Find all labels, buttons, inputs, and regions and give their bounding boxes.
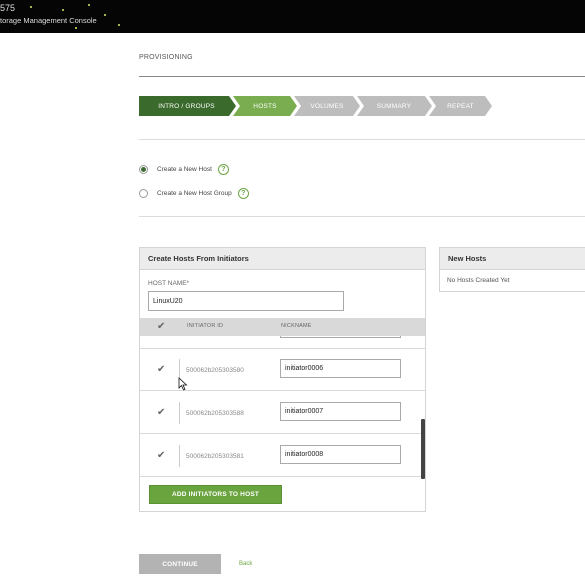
top-banner: 575 torage Management Console (0, 0, 585, 33)
back-link[interactable]: Back (239, 561, 252, 567)
wizard-step-summary[interactable]: SUMMARY (360, 96, 428, 116)
host-name-input[interactable]: LinuxU20 (148, 291, 344, 311)
new-hosts-panel-title: New Hosts (440, 248, 585, 270)
wizard-step-hosts[interactable]: HOSTS (236, 96, 294, 116)
sparkle-decoration (75, 27, 77, 29)
nickname-input[interactable]: initiator0006 (280, 359, 401, 378)
wizard-step-label: REPEAT (447, 102, 474, 110)
sparkle-decoration (30, 6, 32, 8)
row-checkbox[interactable]: ✔ (157, 408, 168, 418)
table-scrollbar[interactable] (421, 419, 425, 479)
add-initiators-to-host-button[interactable]: ADD INITIATORS TO HOST (149, 485, 282, 504)
wizard-step-repeat[interactable]: REPEAT (432, 96, 489, 116)
select-all-checkbox[interactable]: ✔ (157, 322, 168, 332)
sparkle-decoration (118, 24, 120, 26)
continue-button[interactable]: CONTINUE (139, 554, 221, 574)
new-hosts-panel: New Hosts No Hosts Created Yet (439, 247, 585, 292)
initiator-id: 500062b205303588 (186, 410, 244, 417)
nickname-input[interactable]: initiator0007 (280, 402, 401, 421)
mouse-cursor-icon (178, 377, 188, 391)
no-hosts-message: No Hosts Created Yet (447, 277, 510, 284)
model-number: 575 (0, 3, 16, 13)
options-divider (139, 216, 585, 217)
option-create-host-group[interactable]: Create a New Host Group ? (139, 187, 249, 199)
wizard-step-label: INTRO / GROUPS (158, 102, 215, 110)
create-hosts-panel-title: Create Hosts From Initiators (140, 248, 425, 270)
product-name: torage Management Console (0, 16, 97, 25)
create-host-group-label: Create a New Host Group (157, 189, 232, 197)
initiator-id: 500062b205303580 (186, 367, 244, 374)
sparkle-decoration (62, 9, 64, 11)
page-title: PROVISIONING (139, 54, 193, 61)
initiator-table-header: ✔ INITIATOR ID NICKNAME (140, 318, 425, 336)
partial-row-input (280, 336, 401, 338)
column-nickname: NICKNAME (281, 323, 312, 329)
title-divider (139, 76, 585, 77)
row-separator (179, 402, 180, 424)
wizard-step-intro-groups[interactable]: INTRO / GROUPS (139, 96, 234, 116)
column-initiator-id: INITIATOR ID (187, 323, 224, 329)
help-icon[interactable]: ? (237, 187, 249, 199)
option-create-host[interactable]: Create a New Host ? (139, 163, 229, 175)
wizard-divider (139, 139, 585, 140)
help-icon[interactable]: ? (217, 163, 229, 175)
nickname-input[interactable]: initiator0008 (280, 445, 401, 464)
sparkle-decoration (104, 14, 106, 16)
row-separator (179, 445, 180, 467)
wizard-step-volumes[interactable]: VOLUMES (297, 96, 357, 116)
create-host-group-radio[interactable] (139, 188, 148, 198)
table-row: ✔ 500062b205303581 initiator0008 (140, 435, 425, 477)
row-checkbox[interactable]: ✔ (157, 451, 168, 461)
table-row: ✔ 500062b205303588 initiator0007 (140, 392, 425, 434)
initiator-id: 500062b205303581 (186, 453, 244, 460)
wizard-step-label: SUMMARY (376, 102, 412, 110)
wizard-step-label: HOSTS (253, 102, 277, 110)
app-window: 575 torage Management Console PROVISIONI… (0, 0, 585, 585)
create-host-label: Create a New Host (157, 165, 212, 173)
sparkle-decoration (88, 4, 90, 6)
host-name-label: HOST NAME* (148, 280, 190, 287)
wizard-step-label: VOLUMES (310, 102, 344, 110)
row-checkbox[interactable]: ✔ (157, 365, 168, 375)
create-host-radio[interactable] (139, 164, 148, 174)
